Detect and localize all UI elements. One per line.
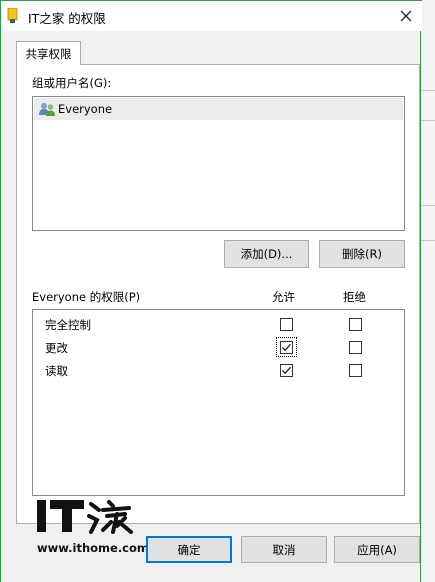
apply-button[interactable]: 应用(A) bbox=[334, 536, 420, 563]
deny-column-header: 拒绝 bbox=[343, 290, 366, 304]
close-button[interactable] bbox=[392, 3, 420, 29]
users-group-icon bbox=[39, 101, 55, 117]
add-button[interactable]: 添加(D)... bbox=[224, 240, 309, 268]
tab-share-permissions[interactable]: 共享权限 bbox=[16, 41, 81, 65]
group-users-label: 组或用户名(G): bbox=[32, 76, 112, 90]
close-icon bbox=[400, 10, 412, 22]
permissions-label: Everyone 的权限(P) bbox=[32, 290, 141, 304]
allow-full-control-checkbox[interactable] bbox=[280, 318, 293, 331]
list-item-everyone[interactable]: Everyone bbox=[34, 98, 403, 120]
watermark-url: www.ithome.com bbox=[37, 541, 149, 555]
user-name: Everyone bbox=[58, 102, 113, 116]
permissions-listbox: 完全控制 更改 读取 bbox=[32, 309, 405, 496]
allow-read-checkbox[interactable] bbox=[280, 364, 293, 377]
check-icon bbox=[282, 366, 291, 375]
deny-full-control-checkbox[interactable] bbox=[349, 318, 362, 331]
check-icon bbox=[282, 343, 291, 352]
allow-column-header: 允许 bbox=[272, 290, 295, 304]
folder-share-icon bbox=[7, 7, 19, 24]
deny-change-checkbox[interactable] bbox=[349, 341, 362, 354]
deny-read-checkbox[interactable] bbox=[349, 364, 362, 377]
remove-button[interactable]: 删除(R) bbox=[319, 240, 405, 268]
ok-button[interactable]: 确定 bbox=[146, 536, 232, 563]
allow-change-checkbox[interactable] bbox=[280, 341, 293, 354]
perm-row-full-control: 完全控制 bbox=[45, 318, 91, 332]
background-window-strip bbox=[421, 0, 435, 582]
cancel-button[interactable]: 取消 bbox=[241, 536, 327, 563]
tab-label: 共享权限 bbox=[25, 46, 72, 61]
title-bar[interactable]: IT之家 的权限 bbox=[1, 0, 422, 31]
window-title: IT之家 的权限 bbox=[28, 11, 106, 26]
perm-row-change: 更改 bbox=[45, 341, 68, 355]
permissions-dialog: IT之家 的权限 共享权限 组或用户名(G): Everyone 添加(D)..… bbox=[0, 0, 422, 582]
users-listbox[interactable]: Everyone bbox=[32, 96, 405, 231]
perm-row-read: 读取 bbox=[45, 364, 68, 378]
